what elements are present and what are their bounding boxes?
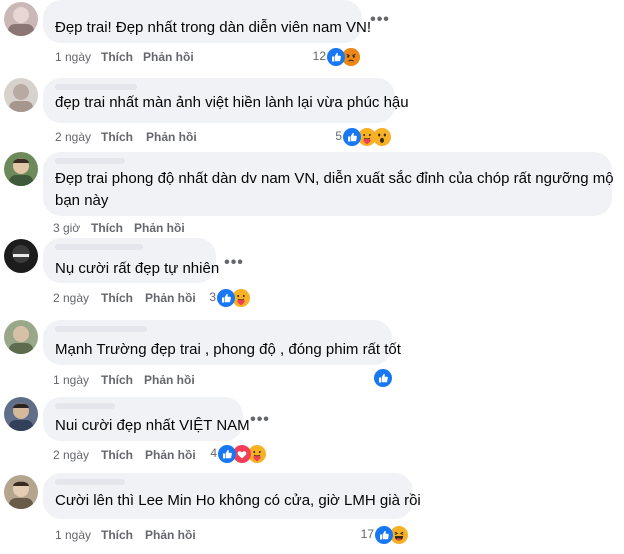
comment-actions: 3 giờ Thích Phản hồi xyxy=(53,220,373,236)
reaction-count: 5 xyxy=(335,129,342,143)
redacted-author-name xyxy=(55,84,137,90)
redacted-author-name xyxy=(55,326,147,332)
reaction-summary[interactable]: 17 xyxy=(356,526,416,544)
redacted-author-name xyxy=(55,244,143,250)
comment-text: Mạnh Trường đẹp trai , phong độ , đóng p… xyxy=(55,341,401,358)
like-reaction-icon xyxy=(343,128,361,146)
reaction-summary[interactable]: 4 xyxy=(205,445,275,463)
like-button[interactable]: Thích xyxy=(101,527,133,543)
avatar[interactable] xyxy=(4,397,38,431)
avatar[interactable] xyxy=(4,320,38,354)
comment-time[interactable]: 1 ngày xyxy=(55,49,91,65)
reaction-count: 17 xyxy=(360,527,374,541)
comment-time[interactable]: 2 ngày xyxy=(53,447,89,463)
avatar[interactable] xyxy=(4,152,38,186)
reaction-count: 4 xyxy=(210,446,217,460)
more-options-icon[interactable]: ••• xyxy=(370,12,390,28)
reaction-summary[interactable]: 12 xyxy=(308,48,368,66)
comment-bubble: Nụ cười rất đẹp tự nhiên xyxy=(43,238,220,283)
like-reaction-icon xyxy=(218,445,236,463)
comment-text: đẹp trai nhất màn ảnh việt hiền lành lại… xyxy=(55,94,409,111)
comment-bubble: Nui cười đẹp nhất VIỆT NAM xyxy=(43,397,250,441)
redacted-author-name xyxy=(55,479,125,485)
like-button[interactable]: Thích xyxy=(101,129,133,145)
comment-text: Đẹp trai phong độ nhất dàn dv nam VN, di… xyxy=(55,170,614,187)
reaction-summary[interactable]: 3 xyxy=(204,289,264,307)
comment-bubble: Đẹp trai! Đẹp nhất trong dàn diễn viên n… xyxy=(43,0,371,43)
comment-bubble: Mạnh Trường đẹp trai , phong độ , đóng p… xyxy=(43,320,401,365)
redacted-author-name xyxy=(55,158,125,164)
reaction-count: 3 xyxy=(209,290,216,304)
comment-time[interactable]: 1 ngày xyxy=(53,372,89,388)
avatar[interactable] xyxy=(4,475,38,509)
reply-button[interactable]: Phản hồi xyxy=(145,290,196,306)
comment-time[interactable]: 2 ngày xyxy=(53,290,89,306)
like-button[interactable]: Thích xyxy=(91,220,123,236)
comment-time[interactable]: 3 giờ xyxy=(53,220,80,236)
like-button[interactable]: Thích xyxy=(101,372,133,388)
reply-button[interactable]: Phản hồi xyxy=(145,447,196,463)
comment-actions: 1 ngày Thích Phản hồi xyxy=(55,527,375,543)
comment-time[interactable]: 2 ngày xyxy=(55,129,91,145)
comment-text: Cười lên thì Lee Min Ho không có cửa, gi… xyxy=(55,492,421,509)
like-button[interactable]: Thích xyxy=(101,49,133,65)
avatar[interactable] xyxy=(4,2,38,36)
comment-bubble: Cười lên thì Lee Min Ho không có cửa, gi… xyxy=(43,473,421,519)
like-reaction-icon xyxy=(374,369,392,387)
comment-text: Đẹp trai! Đẹp nhất trong dàn diễn viên n… xyxy=(55,19,372,36)
avatar[interactable] xyxy=(4,78,38,112)
reply-button[interactable]: Phản hồi xyxy=(144,372,195,388)
reply-button[interactable]: Phản hồi xyxy=(134,220,185,236)
reaction-count: 12 xyxy=(312,49,326,63)
avatar[interactable] xyxy=(4,239,38,273)
redacted-author-name xyxy=(55,403,115,409)
like-reaction-icon xyxy=(375,526,393,544)
reply-button[interactable]: Phản hồi xyxy=(145,527,196,543)
reply-button[interactable]: Phản hồi xyxy=(146,129,197,145)
like-button[interactable]: Thích xyxy=(101,447,133,463)
comment-text: Nui cười đẹp nhất VIỆT NAM xyxy=(55,417,250,434)
reaction-summary[interactable] xyxy=(374,369,394,387)
comment-actions: 1 ngày Thích Phản hồi xyxy=(53,372,373,388)
more-options-icon[interactable]: ••• xyxy=(250,412,270,428)
comment-bubble: Đẹp trai phong độ nhất dàn dv nam VN, di… xyxy=(43,152,614,216)
comment-actions: 2 ngày Thích Phản hồi xyxy=(55,129,375,145)
more-options-icon[interactable]: ••• xyxy=(224,255,244,271)
reply-button[interactable]: Phản hồi xyxy=(143,49,194,65)
comment-time[interactable]: 1 ngày xyxy=(55,527,91,543)
like-reaction-icon xyxy=(327,48,345,66)
reaction-summary[interactable]: 5 xyxy=(330,128,400,146)
like-button[interactable]: Thích xyxy=(101,290,133,306)
like-reaction-icon xyxy=(217,289,235,307)
comment-text-continued: bạn này xyxy=(55,192,109,209)
comment-text: Nụ cười rất đẹp tự nhiên xyxy=(55,260,220,277)
comment-bubble: đẹp trai nhất màn ảnh việt hiền lành lại… xyxy=(43,78,409,123)
